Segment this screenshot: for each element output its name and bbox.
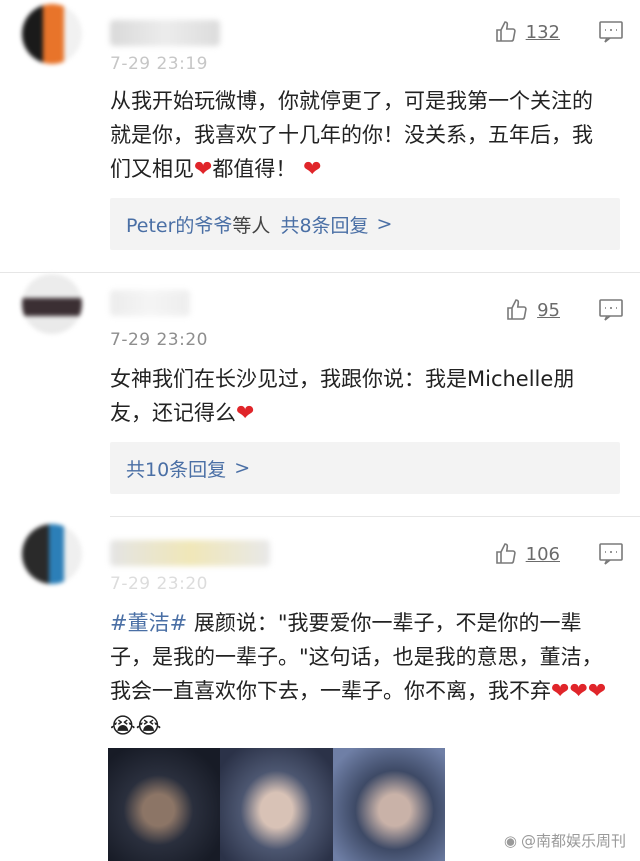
reply-summary[interactable]: Peter的爷爷 等人 共8条回复 > xyxy=(110,198,620,250)
comment-time: 7-29 23:19 xyxy=(110,54,208,74)
chevron-right-icon: > xyxy=(376,213,393,235)
crying-face-icon: 😭 xyxy=(135,714,162,739)
comment-icon[interactable] xyxy=(598,542,624,566)
heart-icon: ❤ xyxy=(569,679,588,704)
avatar[interactable] xyxy=(22,274,82,334)
thumbs-up-icon xyxy=(495,543,516,564)
heart-icon: ❤ xyxy=(236,401,255,426)
chevron-right-icon: > xyxy=(234,457,251,479)
crying-face-icon: 😭 xyxy=(110,714,136,739)
topic-link[interactable]: #董洁# xyxy=(110,611,187,635)
username-blurred[interactable] xyxy=(110,540,270,566)
image-frame xyxy=(332,748,445,861)
like-button[interactable]: 95 xyxy=(505,296,560,324)
comment-text: 从我开始玩微博，你就停更了，可是我第一个关注的就是你，我喜欢了十几年的你！没关系… xyxy=(110,89,593,182)
divider xyxy=(110,516,640,517)
heart-icon: ❤ xyxy=(551,679,570,704)
avatar[interactable] xyxy=(22,524,82,584)
like-count: 106 xyxy=(525,543,560,565)
reply-summary[interactable]: 共10条回复 > xyxy=(110,442,620,494)
attached-image[interactable] xyxy=(108,748,445,861)
watermark: ◉ @南都娱乐周刊 xyxy=(503,831,626,851)
like-count: 95 xyxy=(537,299,560,321)
heart-icon: ❤ xyxy=(194,157,213,182)
image-frame xyxy=(108,748,221,861)
comment-icon[interactable] xyxy=(598,298,624,322)
thumbs-up-icon xyxy=(507,299,527,320)
comment-text: 女神我们在长沙见过，我跟你说：我是Michelle朋友，还记得么❤ xyxy=(110,367,575,426)
comment-text: #董洁# 展颜说："我要爱你一辈子，不是你的一辈子，是我的一辈子。"这句话，也是… xyxy=(110,611,607,739)
comment-time: 7-29 23:20 xyxy=(110,330,208,350)
like-count: 132 xyxy=(525,21,560,43)
username-blurred[interactable] xyxy=(110,20,220,46)
image-frame xyxy=(220,748,333,861)
like-button[interactable]: 132 xyxy=(494,18,560,46)
avatar[interactable] xyxy=(22,4,82,64)
comment-time: 7-29 23:20 xyxy=(110,574,208,594)
heart-icon: ❤ xyxy=(587,679,607,704)
like-button[interactable]: 106 xyxy=(494,540,560,568)
username-blurred[interactable] xyxy=(110,290,190,316)
weibo-logo-icon: ◉ xyxy=(503,831,517,850)
thumbs-up-icon xyxy=(495,21,516,42)
heart-icon: ❤ xyxy=(303,157,322,182)
divider xyxy=(0,272,640,273)
comment-icon[interactable] xyxy=(598,20,624,44)
